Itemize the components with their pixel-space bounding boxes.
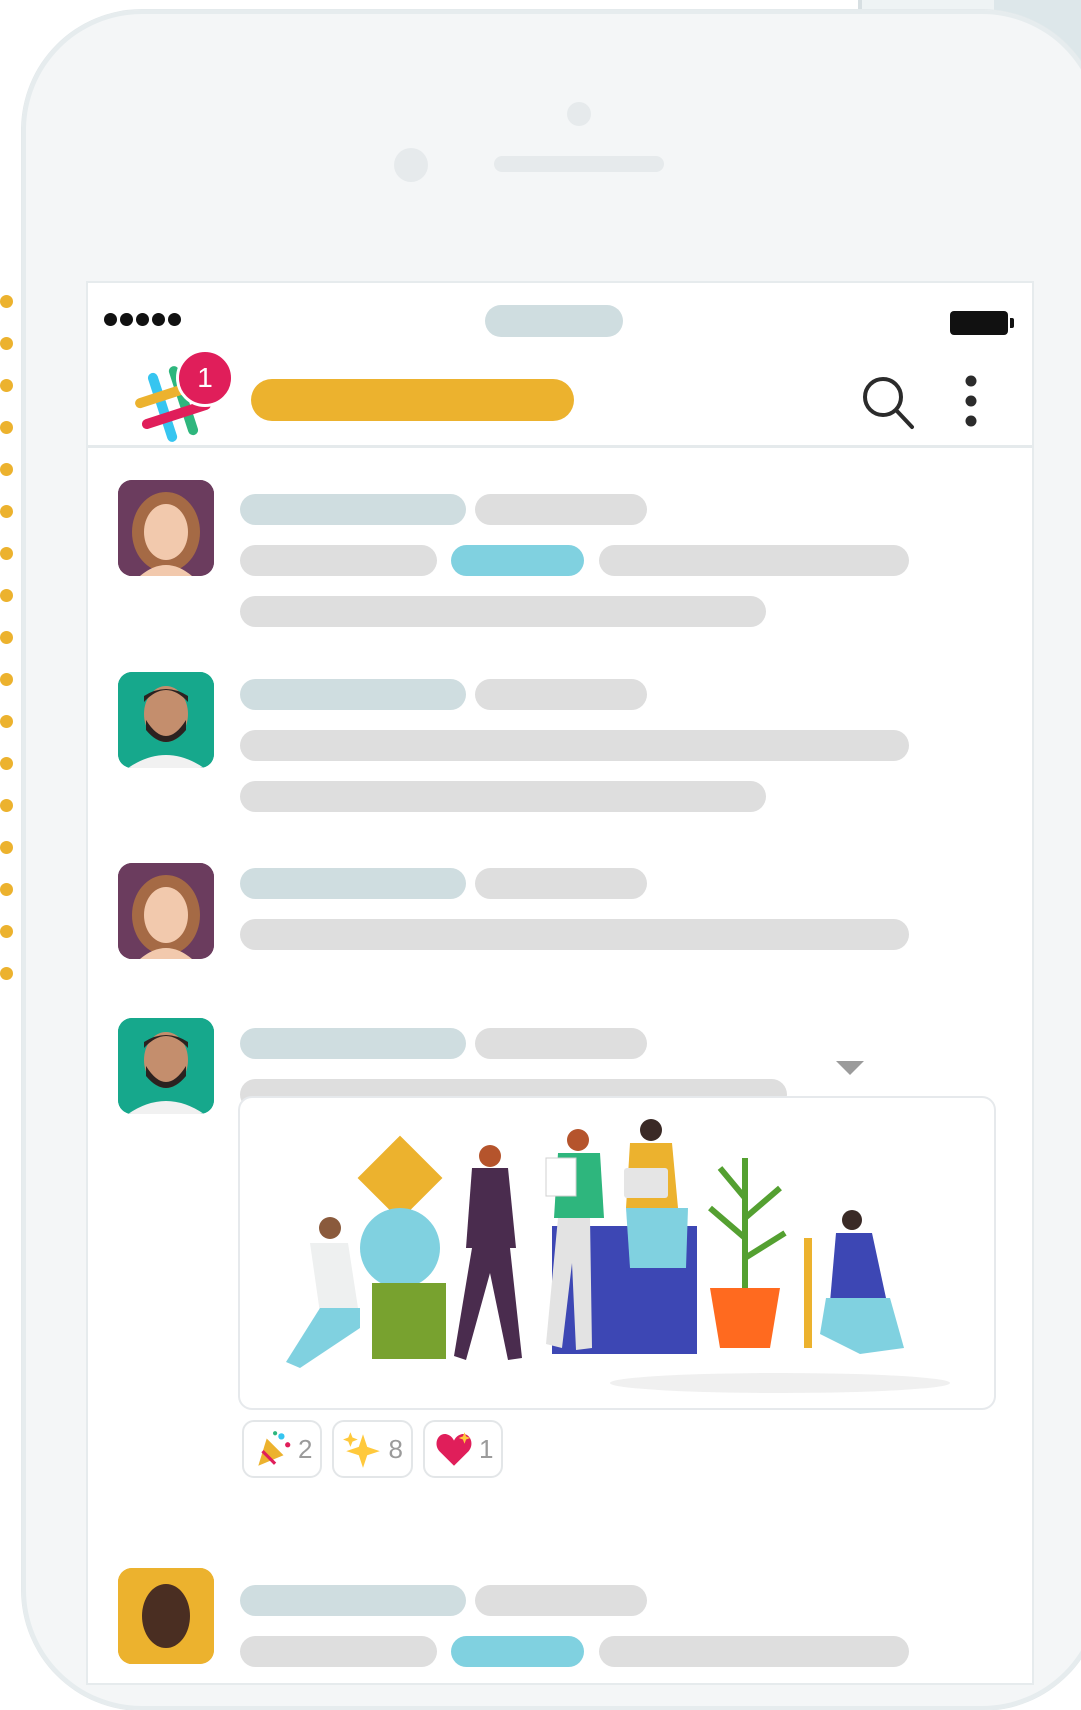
more-vertical-icon[interactable]	[956, 371, 986, 431]
reaction-bar: 2 8 1	[242, 1420, 504, 1478]
sparkles-icon	[343, 1432, 381, 1468]
reaction-count: 8	[388, 1433, 403, 1464]
status-bar-pill	[485, 305, 623, 337]
link-placeholder[interactable]	[451, 1636, 584, 1667]
party-popper-icon	[258, 1431, 291, 1466]
reaction-count: 2	[298, 1433, 313, 1464]
sparkling-heart-icon	[436, 1432, 472, 1466]
woman-avatar[interactable]	[118, 863, 214, 959]
battery-icon	[950, 311, 1014, 335]
front-camera	[567, 102, 591, 126]
decorative-dot-column	[0, 295, 24, 1045]
reaction-chip[interactable]: 2	[242, 1420, 323, 1478]
message-text-placeholder	[240, 1636, 437, 1667]
sender-name-placeholder	[240, 679, 466, 710]
sender-name-placeholder	[240, 868, 466, 899]
reaction-chip[interactable]: 8	[332, 1420, 413, 1478]
team-illustration	[286, 1119, 950, 1393]
timestamp-placeholder	[475, 868, 647, 899]
message-text-placeholder	[240, 545, 437, 576]
timestamp-placeholder	[475, 1028, 647, 1059]
message-text-placeholder	[240, 730, 909, 761]
expand-caret-icon[interactable]	[836, 1061, 864, 1075]
bearded-man-avatar[interactable]	[118, 1018, 214, 1114]
notification-badge: 1	[176, 349, 234, 407]
message-text-placeholder	[599, 545, 909, 576]
sender-name-placeholder	[240, 1028, 466, 1059]
timestamp-placeholder	[475, 494, 647, 525]
image-attachment[interactable]	[238, 1096, 996, 1410]
signal-strength-icon	[104, 313, 181, 326]
channel-title-placeholder[interactable]	[251, 379, 574, 421]
app-header: 1	[88, 341, 1032, 448]
message-text-placeholder	[240, 919, 909, 950]
message-text-placeholder	[240, 781, 766, 812]
bearded-man-avatar[interactable]	[118, 672, 214, 768]
search-icon[interactable]	[858, 373, 918, 433]
timestamp-placeholder	[475, 679, 647, 710]
sender-name-placeholder	[240, 1585, 466, 1616]
timestamp-placeholder	[475, 1585, 647, 1616]
link-placeholder[interactable]	[451, 545, 584, 576]
reaction-count: 1	[478, 1433, 494, 1464]
message-text-placeholder	[240, 596, 766, 627]
woman-avatar[interactable]	[118, 480, 214, 576]
earpiece-speaker	[494, 156, 664, 172]
message-text-placeholder	[599, 1636, 909, 1667]
sender-name-placeholder	[240, 494, 466, 525]
man-avatar-yellow[interactable]	[118, 1568, 214, 1664]
app-screen: 1 2 8 1	[86, 281, 1034, 1685]
proximity-sensor	[394, 148, 428, 182]
reaction-chip[interactable]: 1	[422, 1420, 504, 1478]
